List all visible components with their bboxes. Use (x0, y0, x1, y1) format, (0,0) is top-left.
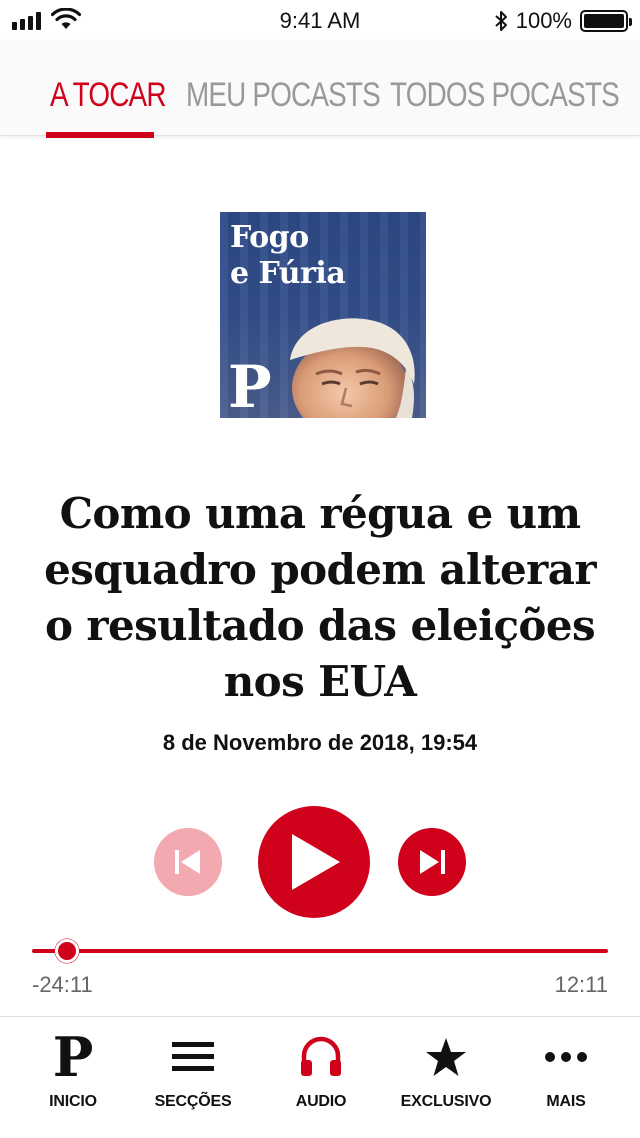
nav-label: EXCLUSIVO (400, 1093, 492, 1110)
nav-label: AUDIO (295, 1093, 347, 1110)
nav-item-audio[interactable]: AUDIO (257, 1027, 385, 1127)
p-logo-icon: P (52, 1025, 94, 1089)
tab-a-tocar[interactable]: A TOCAR (50, 76, 166, 115)
episode-duration: 12:11 (554, 972, 608, 997)
nav-label: SECÇÕES (154, 1093, 232, 1110)
publico-logo: P (228, 353, 272, 418)
battery-icon (580, 10, 632, 32)
episode-date: 8 de Novembro de 2018, 19:54 (162, 730, 478, 755)
active-tab-indicator (46, 132, 154, 138)
podcast-tabs: A TOCAR MEU POCASTS TODOS POCASTS (0, 40, 640, 138)
nav-item-inicio[interactable]: P INICIO (9, 1027, 137, 1127)
skip-previous-icon (175, 850, 200, 874)
play-button[interactable] (258, 806, 370, 918)
nav-label: INICIO (49, 1093, 97, 1110)
hamburger-menu-icon (172, 1042, 214, 1071)
bluetooth-icon (495, 11, 507, 31)
nav-item-exclusivo[interactable]: EXCLUSIVO (382, 1027, 510, 1127)
more-dots-icon (545, 1052, 587, 1062)
status-bar: 9:41 AM 100% (0, 0, 640, 40)
portrait-image (290, 318, 415, 418)
headphones-icon (301, 1036, 341, 1076)
next-button[interactable] (398, 828, 466, 896)
podcast-artwork: Fogo e Fúria P (220, 212, 426, 418)
time-remaining: -24:11 (32, 972, 93, 997)
tab-todos-pocasts[interactable]: TODOS POCASTS (390, 76, 620, 115)
previous-button[interactable] (154, 828, 222, 896)
skip-next-icon (420, 850, 445, 874)
battery-percentage: 100% (515, 8, 572, 33)
tab-meu-pocasts[interactable]: MEU POCASTS (186, 76, 381, 115)
play-icon (292, 834, 340, 890)
progress-bar[interactable] (32, 949, 608, 953)
artwork-title: Fogo e Fúria (230, 220, 346, 291)
progress-scrubber-handle[interactable] (54, 939, 79, 963)
star-icon (426, 1038, 466, 1076)
nav-item-seccoes[interactable]: SECÇÕES (129, 1027, 257, 1127)
episode-title: Como uma régua e um esquadro podem alter… (44, 489, 596, 706)
nav-label: MAIS (546, 1093, 586, 1110)
bottom-navigation: P INICIO SECÇÕES AUDIO EXCLUSIVO MAIS (0, 1016, 640, 1138)
nav-item-mais[interactable]: MAIS (502, 1027, 630, 1127)
